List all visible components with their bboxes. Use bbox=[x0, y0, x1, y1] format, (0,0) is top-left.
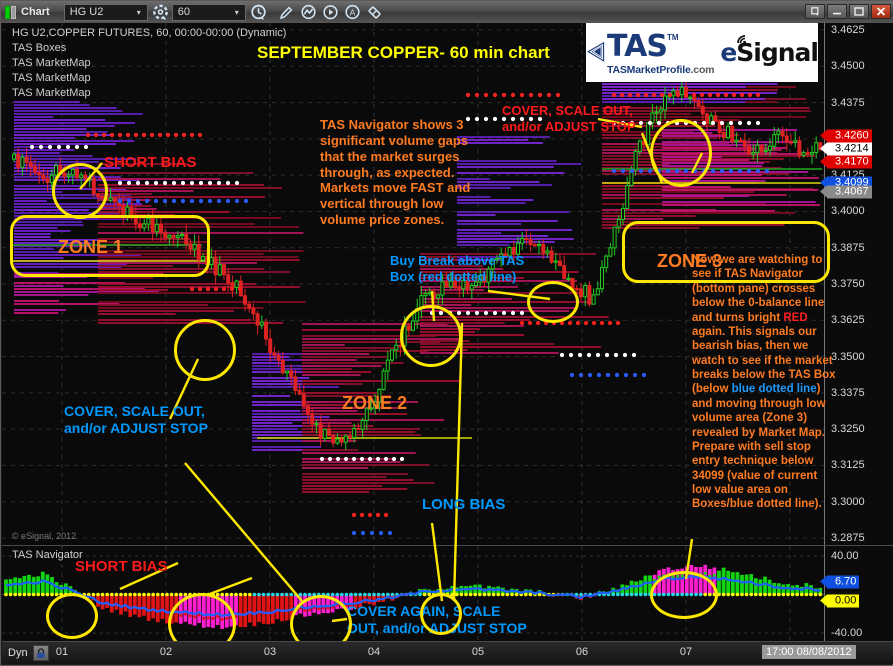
last-price-tag: 3.4214 bbox=[820, 142, 872, 156]
annotate-text-icon[interactable]: A bbox=[343, 3, 363, 21]
time-tick: 03 bbox=[263, 646, 277, 658]
maximize-icon[interactable] bbox=[849, 4, 869, 19]
chart-window: Chart HG U2 ▾ 60 ▾ A 3.4625 3.4500 3.437… bbox=[0, 0, 893, 666]
time-tick: 07 bbox=[679, 646, 693, 658]
time-tick: 06 bbox=[575, 646, 589, 658]
price-tag-pointer bbox=[820, 155, 827, 168]
price-tag-pointer bbox=[820, 185, 827, 198]
highlight-nav-circle-5 bbox=[650, 571, 718, 619]
chart-window-icon bbox=[5, 5, 16, 19]
highlight-circle-1 bbox=[52, 163, 108, 219]
tas-triangle-icon bbox=[587, 41, 605, 62]
annotation-long-bias: LONG BIAS bbox=[422, 496, 506, 513]
highlight-nav-circle-1 bbox=[46, 593, 98, 639]
annotation-short-bias-top: SHORT BIAS bbox=[104, 154, 197, 171]
navigator-value-tag: 6.70 bbox=[820, 575, 860, 589]
minimize-icon[interactable] bbox=[827, 4, 847, 19]
navigator-tick: 40.00 bbox=[831, 550, 859, 562]
price-tick: 3.2875 bbox=[831, 532, 865, 544]
symbol-settings-icon[interactable] bbox=[151, 3, 171, 21]
price-tick: 3.4000 bbox=[831, 205, 865, 218]
navigator-tick: -40.00 bbox=[831, 627, 863, 639]
annotation-cover-scale-out-left: COVER, SCALE OUT, and/or ADJUST STOP bbox=[64, 403, 208, 437]
highlight-nav-circle-4 bbox=[420, 593, 462, 635]
annotation-zone-2: ZONE 2 bbox=[342, 393, 408, 413]
tas-domain-tld: .com bbox=[690, 63, 715, 76]
trademark-symbol: TM bbox=[667, 32, 679, 42]
outlook-part-3: ) and moving through low volume area (Zo… bbox=[692, 383, 826, 511]
navigator-title: TAS Navigator bbox=[12, 549, 83, 561]
interval-input[interactable]: 60 ▾ bbox=[171, 3, 246, 21]
study-label-marketmap-1: TAS MarketMap bbox=[12, 57, 91, 69]
price-tick: 3.4500 bbox=[831, 60, 865, 73]
price-tick: 3.3875 bbox=[831, 241, 865, 254]
annotation-buy-break: Buy Break above TAS Box (red dotted line… bbox=[390, 253, 525, 284]
eraser-icon[interactable] bbox=[365, 3, 385, 21]
highlight-circle-4 bbox=[527, 281, 579, 323]
esignal-e: e bbox=[720, 37, 737, 67]
close-icon[interactable] bbox=[871, 4, 891, 19]
restore-icon[interactable] bbox=[805, 4, 825, 19]
time-settings-icon[interactable] bbox=[249, 3, 269, 21]
ask-price-tag: 3.4260 bbox=[820, 129, 872, 143]
time-tick: 04 bbox=[367, 646, 381, 658]
time-tick: 01 bbox=[55, 646, 69, 658]
price-tag-pointer bbox=[820, 129, 827, 142]
annotation-cover-scale-out-top: COVER, SCALE OUT, and/or ADJUST STOP bbox=[502, 103, 636, 134]
chevron-down-icon[interactable]: ▾ bbox=[133, 8, 145, 17]
price-tag-pointer bbox=[820, 142, 827, 155]
tag-pointer bbox=[820, 575, 827, 588]
bid-price-tag: 3.4170 bbox=[820, 155, 872, 169]
chevron-down-icon[interactable]: ▾ bbox=[231, 8, 243, 17]
highlight-zone-1-box bbox=[10, 215, 210, 277]
outlook-blue-word: blue dotted line bbox=[731, 383, 817, 396]
annotation-navigator-gaps: TAS Navigator shows 3 significant volume… bbox=[320, 117, 471, 228]
navigator-axis[interactable]: 40.00 -40.00 6.70 0.00 bbox=[820, 546, 893, 643]
copyright-label: © eSignal, 2012 bbox=[12, 531, 77, 541]
esignal-logo: eSignal bbox=[720, 37, 819, 67]
chart-canvas[interactable]: 3.46253.45003.43753.42503.41253.40003.38… bbox=[2, 23, 893, 643]
tag-pointer bbox=[820, 594, 827, 606]
study-icon[interactable] bbox=[299, 3, 319, 21]
signal-waves-icon bbox=[737, 34, 747, 44]
tas-domain: TASMarketProfile.com bbox=[607, 64, 714, 76]
svg-text:A: A bbox=[350, 7, 356, 17]
outlook-red-word: RED bbox=[783, 311, 808, 324]
study-label-marketmap-2: TAS MarketMap bbox=[12, 72, 91, 84]
annotation-bearish-outlook: Now we are watching to see if TAS Naviga… bbox=[692, 253, 837, 512]
symbol-input[interactable]: HG U2 ▾ bbox=[63, 3, 148, 21]
window-title: Chart bbox=[21, 6, 50, 18]
symbol-value: HG U2 bbox=[69, 6, 104, 18]
tas-logo: TAS TM TASMarketProfile.com eSignal bbox=[586, 23, 819, 82]
tas-domain-name: TASMarketProfile bbox=[607, 63, 691, 76]
time-axis[interactable]: 010203040506070817:00 08/08/2012 bbox=[2, 642, 893, 664]
highlight-zone-3-box bbox=[622, 221, 830, 283]
draw-pencil-icon[interactable] bbox=[277, 3, 297, 21]
study-label-marketmap-3: TAS MarketMap bbox=[12, 87, 91, 99]
interval-value: 60 bbox=[177, 6, 190, 18]
highlight-circle-5 bbox=[650, 119, 712, 187]
current-time-label: 17:00 08/08/2012 bbox=[762, 645, 856, 659]
status-bar: Dyn 010203040506070817:00 08/08/2012 bbox=[2, 641, 893, 664]
highlight-circle-3 bbox=[400, 305, 462, 367]
navigator-zero-tag: 0.00 bbox=[820, 594, 860, 607]
price-tick: 3.4375 bbox=[831, 96, 865, 109]
time-tick: 05 bbox=[471, 646, 485, 658]
highlight-circle-2 bbox=[174, 319, 236, 381]
tas-wordmark: TAS bbox=[607, 28, 668, 64]
play-icon[interactable] bbox=[321, 3, 341, 21]
price-tick: 3.4625 bbox=[831, 24, 865, 36]
study-label-tas-boxes: TAS Boxes bbox=[12, 42, 67, 54]
value-area-tag: 3.4067 bbox=[820, 185, 872, 199]
time-tick: 02 bbox=[159, 646, 173, 658]
annotation-short-bias-nav: SHORT BIAS bbox=[75, 558, 168, 575]
chart-toolbar: Chart HG U2 ▾ 60 ▾ A bbox=[1, 1, 893, 23]
chart-symbol-header: HG U2,COPPER FUTURES, 60, 00:00-00:00 (D… bbox=[12, 27, 287, 39]
chart-title-overlay: SEPTEMBER COPPER- 60 min chart bbox=[257, 43, 550, 62]
